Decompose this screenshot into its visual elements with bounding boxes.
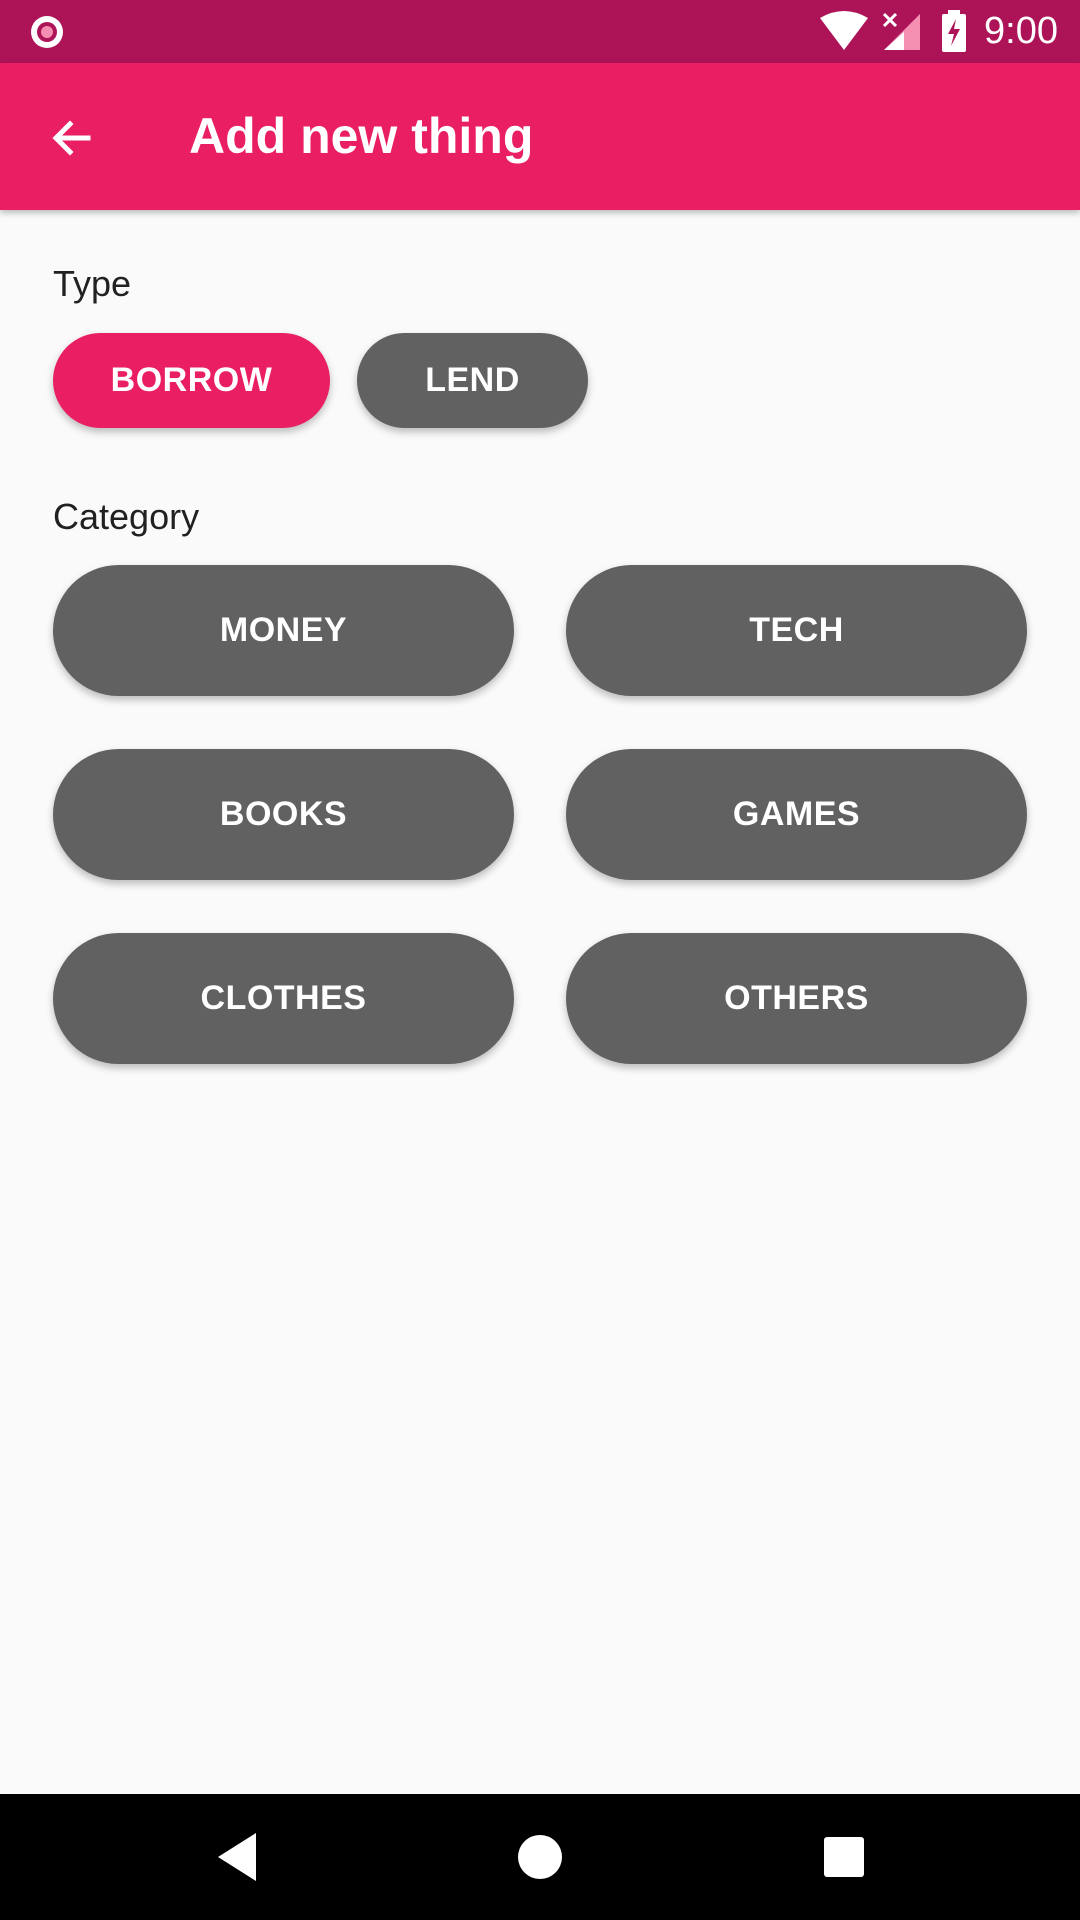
status-bar: 9:00: [0, 0, 1080, 63]
category-books-button[interactable]: BOOKS: [53, 749, 514, 880]
category-clothes-button[interactable]: CLOTHES: [53, 933, 514, 1064]
type-label: Type: [53, 263, 132, 304]
page-title: Add new thing: [189, 108, 534, 164]
lend-button[interactable]: LEND: [357, 333, 588, 428]
nav-home-button[interactable]: [504, 1821, 576, 1893]
signal-icon: [882, 12, 920, 50]
category-label: Category: [53, 496, 200, 537]
back-button[interactable]: [34, 100, 110, 176]
wifi-icon: [820, 11, 868, 50]
category-money-button[interactable]: MONEY: [53, 565, 514, 696]
notification-circle-icon: [31, 16, 63, 48]
borrow-button[interactable]: BORROW: [53, 333, 330, 428]
arrow-back-icon: [52, 120, 91, 156]
nav-home-icon: [518, 1835, 562, 1879]
status-clock: 9:00: [984, 10, 1058, 52]
battery-charging-icon: [942, 10, 966, 52]
app-bar: Add new thing: [0, 63, 1080, 210]
nav-recents-button[interactable]: [808, 1821, 880, 1893]
category-tech-button[interactable]: TECH: [566, 565, 1027, 696]
category-games-button[interactable]: GAMES: [566, 749, 1027, 880]
nav-back-button[interactable]: [202, 1821, 274, 1893]
nav-recents-icon: [824, 1837, 864, 1877]
nav-back-icon: [218, 1833, 256, 1881]
category-others-button[interactable]: OTHERS: [566, 933, 1027, 1064]
navigation-bar: [0, 1794, 1080, 1920]
